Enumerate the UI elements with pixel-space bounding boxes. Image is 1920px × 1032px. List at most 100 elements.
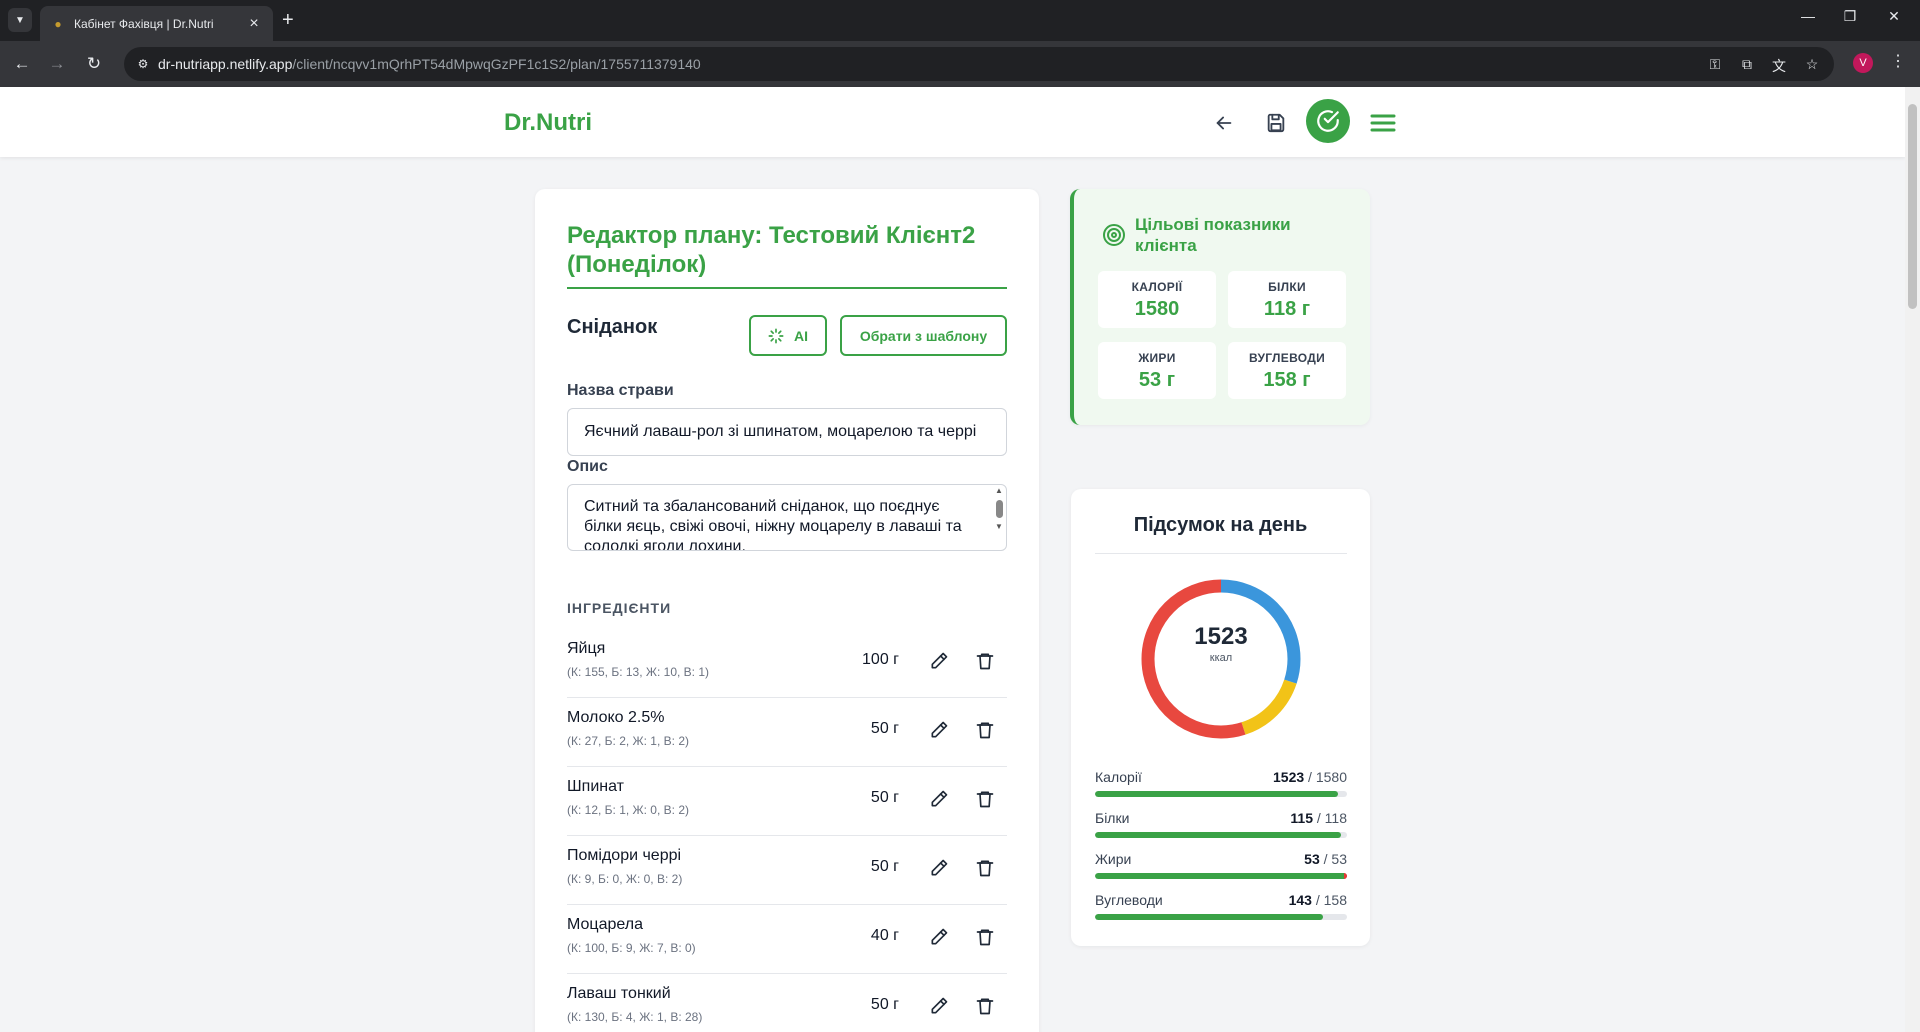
ingredient-name: Помідори черрі	[567, 847, 682, 864]
page-scrollbar-thumb[interactable]	[1908, 104, 1917, 309]
save-button[interactable]	[1256, 103, 1296, 143]
complete-plan-button[interactable]	[1306, 99, 1350, 143]
choose-template-label: Обрати з шаблону	[859, 327, 988, 344]
logo[interactable]: Dr.Nutri	[504, 109, 592, 137]
plan-editor-card: Редактор плану: Тестовий Клієнт2 (Понеді…	[535, 189, 1039, 1032]
dish-name-label: Назва страви	[567, 382, 674, 399]
tab-close-icon[interactable]: ×	[245, 15, 263, 33]
hamburger-icon	[1370, 114, 1396, 132]
description-textarea[interactable]: Ситний та збалансований сніданок, що поє…	[567, 484, 1007, 551]
forward-icon[interactable]: →	[45, 52, 69, 76]
pencil-icon	[931, 652, 948, 669]
browser-tab[interactable]: ● Кабінет Фахівця | Dr.Nutri ×	[40, 6, 273, 41]
protein-progress: Білки 115 / 118	[1095, 810, 1347, 844]
pencil-icon	[931, 928, 948, 945]
ingredient-row: Яйця (К: 155, Б: 13, Ж: 10, В: 1) 100 г	[567, 629, 1007, 698]
progress-fill	[1095, 791, 1338, 797]
edit-ingredient-button[interactable]	[927, 649, 951, 673]
close-window-button[interactable]: ✕	[1882, 8, 1906, 25]
back-arrow-button[interactable]	[1204, 103, 1244, 143]
meal-title: Сніданок	[567, 316, 658, 338]
back-icon[interactable]: ←	[10, 52, 34, 76]
targets-title: Цільові показники клієнта	[1135, 215, 1291, 255]
delete-ingredient-button[interactable]	[973, 925, 997, 949]
ingredient-name: Шпинат	[567, 778, 624, 795]
ingredient-row: Шпинат (К: 12, Б: 1, Ж: 0, В: 2) 50 г	[567, 767, 1007, 836]
progress-label: Вуглеводи	[1095, 892, 1163, 908]
ingredient-quantity: 40 г	[870, 927, 899, 944]
target-protein: БІЛКИ 118 г	[1228, 271, 1346, 328]
ingredients-heading: ІНГРЕДІЄНТИ	[567, 600, 672, 616]
ingredients-list: Яйця (К: 155, Б: 13, Ж: 10, В: 1) 100 г …	[567, 629, 1007, 1032]
browser-tab-bar: ▼ ● Кабінет Фахівця | Dr.Nutri × + — ❐ ✕	[0, 0, 1920, 41]
ingredient-quantity: 50 г	[870, 996, 899, 1013]
arrow-left-icon	[1216, 116, 1232, 130]
loader-icon	[768, 328, 784, 343]
install-app-icon[interactable]: ⧉	[1738, 56, 1756, 73]
menu-button[interactable]	[1363, 103, 1403, 143]
address-bar[interactable]: ⚙ dr-nutriapp.netlify.app/client/ncqvv1m…	[124, 47, 1834, 81]
progress-track	[1095, 791, 1347, 797]
daily-summary-card: Підсумок на день 1523 ккал Калорії 1523 …	[1071, 489, 1370, 946]
progress-label: Калорії	[1095, 769, 1142, 785]
favicon-icon: ●	[54, 16, 62, 31]
pencil-icon	[931, 859, 948, 876]
password-key-icon[interactable]: ⚿	[1706, 56, 1724, 73]
kcal-unit: ккал	[1209, 652, 1233, 664]
new-tab-button[interactable]: +	[282, 9, 294, 32]
url-text[interactable]: dr-nutriapp.netlify.app/client/ncqvv1mQr…	[158, 56, 701, 72]
check-circle-icon	[1317, 110, 1339, 132]
translate-icon[interactable]: 文	[1770, 56, 1788, 76]
target-carbs-label: ВУГЛЕВОДИ	[1248, 351, 1326, 365]
ingredient-macros: (К: 9, Б: 0, Ж: 0, В: 2)	[567, 872, 683, 886]
edit-ingredient-button[interactable]	[927, 787, 951, 811]
description-scrollbar[interactable]: ▲ ▼	[994, 486, 1005, 548]
site-info-icon[interactable]: ⚙	[134, 55, 152, 73]
ingredient-name: Лаваш тонкий	[567, 985, 671, 1002]
page-title: Редактор плану: Тестовий Клієнт2 (Понеді…	[567, 222, 976, 278]
profile-avatar[interactable]: V	[1853, 53, 1873, 73]
target-fat-label: ЖИРИ	[1138, 351, 1176, 365]
delete-ingredient-button[interactable]	[973, 856, 997, 880]
choose-template-button[interactable]: Обрати з шаблону	[840, 315, 1007, 356]
edit-ingredient-button[interactable]	[927, 925, 951, 949]
ingredient-quantity: 50 г	[870, 789, 899, 806]
tab-search-button[interactable]: ▼	[8, 8, 32, 32]
scroll-down-icon[interactable]: ▼	[995, 522, 1003, 531]
ingredient-macros: (К: 12, Б: 1, Ж: 0, В: 2)	[567, 803, 689, 817]
target-calories-label: КАЛОРІЇ	[1131, 280, 1183, 294]
target-carbs-value: 158 г	[1263, 369, 1311, 391]
minimize-button[interactable]: —	[1796, 8, 1820, 24]
progress-fill	[1095, 832, 1341, 838]
reload-icon[interactable]: ↻	[82, 52, 106, 76]
delete-ingredient-button[interactable]	[973, 649, 997, 673]
delete-ingredient-button[interactable]	[973, 787, 997, 811]
bookmark-star-icon[interactable]: ☆	[1803, 56, 1821, 73]
target-fat-value: 53 г	[1138, 369, 1176, 391]
dish-name-input[interactable]: Яєчний лаваш-рол зі шпинатом, моцарелою …	[567, 408, 1007, 456]
progress-values: 1523 / 1580	[1273, 769, 1347, 785]
scroll-up-icon[interactable]: ▲	[995, 486, 1003, 495]
save-icon	[1267, 113, 1285, 133]
trash-icon	[976, 722, 994, 739]
pencil-icon	[931, 790, 948, 807]
ingredient-name: Моцарела	[567, 916, 643, 933]
ingredient-macros: (К: 155, Б: 13, Ж: 10, В: 1)	[567, 665, 710, 679]
delete-ingredient-button[interactable]	[973, 994, 997, 1018]
browser-menu-icon[interactable]: ⋮	[1890, 51, 1906, 71]
delete-ingredient-button[interactable]	[973, 718, 997, 742]
restore-button[interactable]: ❐	[1838, 8, 1862, 25]
trash-icon	[976, 791, 994, 808]
edit-ingredient-button[interactable]	[927, 856, 951, 880]
ingredient-row: Лаваш тонкий (К: 130, Б: 4, Ж: 1, В: 28)…	[567, 974, 1007, 1032]
progress-label: Білки	[1095, 810, 1130, 826]
description-scroll-thumb[interactable]	[996, 500, 1003, 518]
target-fat: ЖИРИ 53 г	[1098, 342, 1216, 399]
calories-progress: Калорії 1523 / 1580	[1095, 769, 1347, 803]
edit-ingredient-button[interactable]	[927, 718, 951, 742]
over-limit-marker	[1344, 873, 1347, 879]
target-calories: КАЛОРІЇ 1580	[1098, 271, 1216, 328]
target-protein-value: 118 г	[1263, 298, 1311, 320]
ai-button[interactable]: AI	[749, 315, 827, 356]
edit-ingredient-button[interactable]	[927, 994, 951, 1018]
